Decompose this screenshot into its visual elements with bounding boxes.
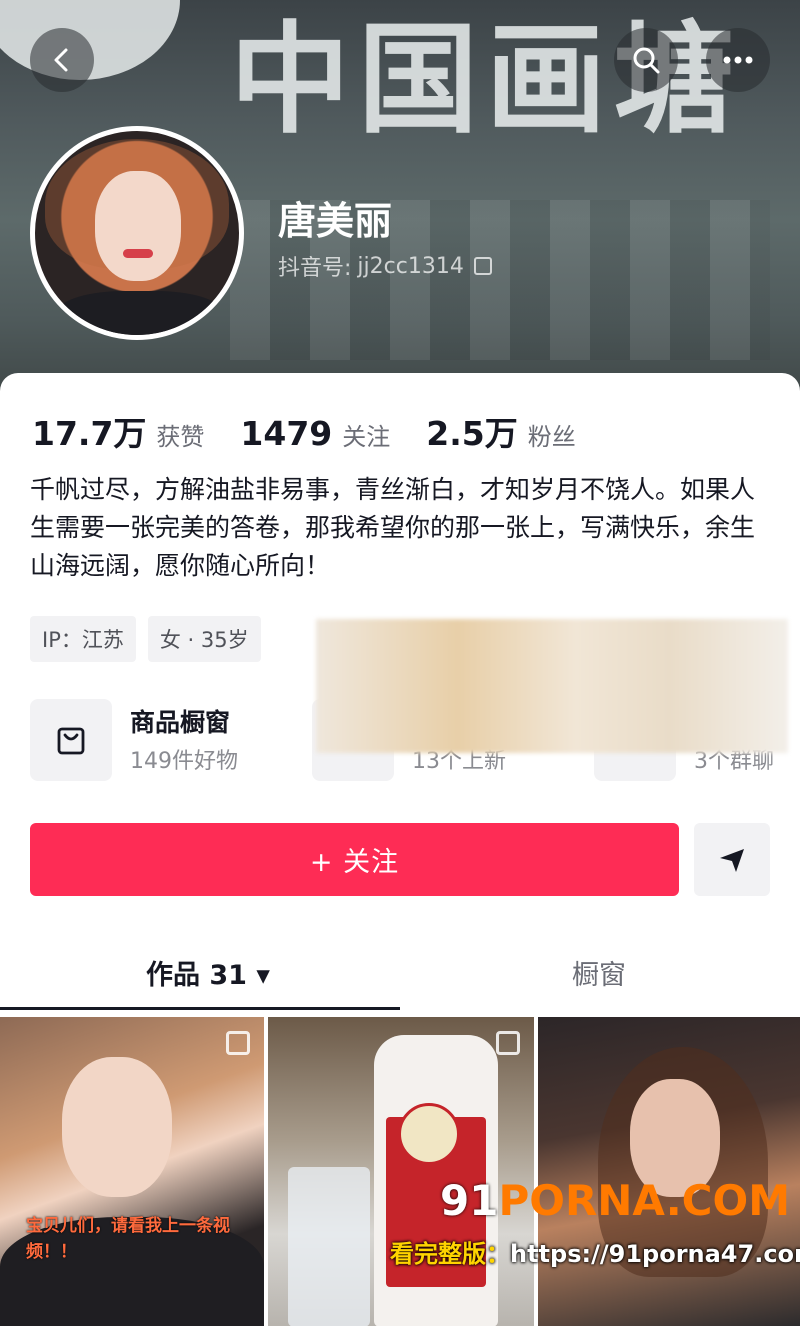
stats-row: 17.7万 获赞 1479 关注 2.5万 粉丝 xyxy=(32,407,612,455)
douyin-id-row: 抖音号: jj2cc1314 xyxy=(278,250,492,282)
douyin-id-value: jj2cc1314 xyxy=(357,253,464,279)
share-button[interactable] xyxy=(694,823,770,896)
entry-title: 商品橱窗 xyxy=(130,708,231,737)
multi-image-icon xyxy=(226,1031,250,1055)
stat-label: 获赞 xyxy=(156,423,205,451)
stat-value: 17.7万 xyxy=(32,414,147,453)
shopping-bag-icon xyxy=(57,727,85,755)
profile-bio: 千帆过尽，方解油盐非易事，青丝渐白，才知岁月不饶人。如果人生需要一张完美的答卷，… xyxy=(30,475,756,580)
avatar[interactable] xyxy=(30,126,244,340)
tab-works[interactable]: 作品 31 ▾ xyxy=(146,953,270,992)
watermark-logo: 91PORNA.COM xyxy=(440,1176,790,1225)
stat-likes: 17.7万 获赞 xyxy=(32,407,204,455)
search-icon xyxy=(633,47,660,74)
watermark: 91PORNA.COM 看完整版：https://91porna47.com xyxy=(380,1176,800,1296)
video-caption: 宝贝儿们，请看我上一条视频！！ xyxy=(26,1216,230,1262)
search-button[interactable] xyxy=(614,28,678,92)
video-thumbnail[interactable]: 宝贝儿们，请看我上一条视频！！ xyxy=(0,1017,264,1326)
copy-icon[interactable] xyxy=(473,257,492,275)
chevron-left-icon xyxy=(54,48,68,72)
entry-subtitle: 149件好物 xyxy=(130,749,238,774)
profile-tags: IP：江苏 女 · 35岁 xyxy=(30,616,261,662)
more-button[interactable] xyxy=(706,28,770,92)
profile-name: 唐美丽 xyxy=(278,199,393,243)
multi-image-icon xyxy=(496,1031,520,1055)
stat-followers[interactable]: 2.5万 粉丝 xyxy=(426,407,575,455)
stat-label: 关注 xyxy=(342,423,391,451)
back-button[interactable] xyxy=(30,28,94,92)
tab-shop-window[interactable]: 橱窗 xyxy=(572,953,626,992)
send-icon xyxy=(720,848,744,872)
stat-following[interactable]: 1479 关注 xyxy=(240,414,390,453)
watermark-url: 看完整版：https://91porna47.com xyxy=(390,1240,800,1268)
content-tabs: 作品 31 ▾ 橱窗 xyxy=(0,943,800,1013)
douyin-id-label: 抖音号: xyxy=(278,256,352,281)
follow-button[interactable]: + 关注 xyxy=(30,823,679,896)
stat-value: 1479 xyxy=(240,414,333,453)
blurred-region xyxy=(316,619,788,753)
more-dots-icon xyxy=(723,56,753,64)
stat-label: 粉丝 xyxy=(527,423,576,451)
entry-shop-window[interactable]: 商品橱窗 149件好物 xyxy=(30,699,238,781)
tag-gender-age: 女 · 35岁 xyxy=(147,616,261,662)
active-tab-indicator xyxy=(0,1007,400,1010)
stat-value: 2.5万 xyxy=(426,414,518,453)
tag-ip: IP：江苏 xyxy=(30,616,136,662)
